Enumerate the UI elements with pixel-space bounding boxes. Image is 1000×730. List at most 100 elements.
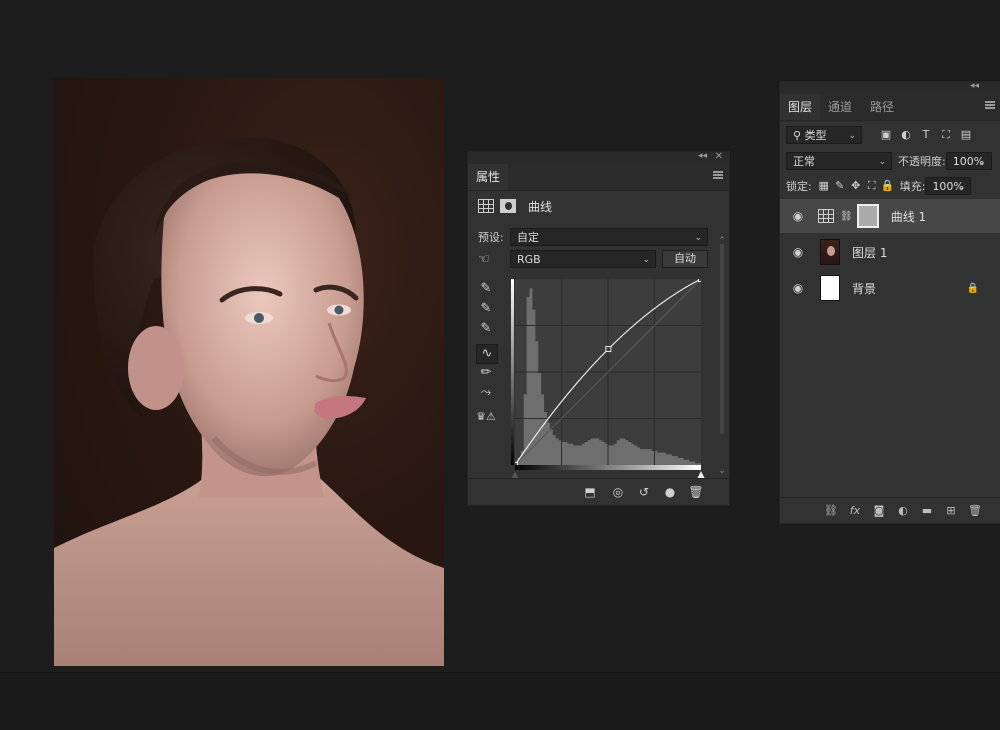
properties-panel: ◂◂ ✕ 属性 曲线 预设: 自定 ⌄ ☜ RGB ⌄ 自动 ✎ ✎ ✎ ∿ ✏…: [467, 151, 730, 506]
layer-thumbnail[interactable]: [820, 239, 840, 265]
filter-value: 类型: [804, 129, 827, 142]
document-photo[interactable]: [54, 78, 444, 666]
curve-graph[interactable]: [512, 276, 704, 468]
trash-icon[interactable]: 🗑: [967, 503, 983, 519]
tab-properties[interactable]: 属性: [468, 164, 509, 190]
layer-thumbnail[interactable]: [820, 275, 840, 301]
layers-tabbar: 图层 通道 路径: [780, 94, 1000, 121]
folder-icon[interactable]: ▬: [919, 503, 935, 519]
curve-points-icon[interactable]: ∿: [476, 344, 498, 364]
layer-name[interactable]: 曲线 1: [891, 208, 926, 225]
preset-value: 自定: [517, 231, 539, 244]
adjustment-title: 曲线: [528, 199, 553, 214]
visibility-icon[interactable]: ●: [660, 483, 680, 501]
curves-adjustment-icon[interactable]: [478, 199, 494, 213]
properties-scrollbar[interactable]: ⌃ ⌄: [717, 236, 727, 476]
output-gradient-bar: [511, 279, 514, 465]
blend-mode-value: 正常: [793, 155, 815, 168]
opacity-label: 不透明度:: [898, 155, 946, 168]
tab-channels[interactable]: 通道: [820, 94, 860, 120]
filter-adjustment-icon[interactable]: ◐: [898, 127, 914, 143]
channel-select[interactable]: RGB ⌄: [510, 250, 656, 268]
view-previous-icon[interactable]: ◎: [608, 483, 628, 501]
auto-button[interactable]: 自动: [662, 250, 708, 268]
properties-footer: ⬒ ◎ ↺ ● 🗑: [468, 478, 729, 505]
clipping-warning-icon[interactable]: ♛⚠: [476, 408, 496, 426]
layer-row-curves[interactable]: ◉ ⛓ 曲线 1: [780, 199, 1000, 233]
channel-value: RGB: [517, 253, 541, 266]
preset-label: 预设:: [478, 231, 504, 244]
link-icon[interactable]: ⛓: [823, 503, 839, 519]
chevron-down-icon: ⌄: [878, 157, 886, 167]
curve-svg[interactable]: [512, 276, 704, 468]
tab-layers[interactable]: 图层: [780, 94, 821, 120]
filter-smart-object-icon[interactable]: ▤: [958, 127, 974, 143]
pencil-icon[interactable]: ✏: [476, 364, 496, 382]
layer-row-background[interactable]: ◉ 背景 🔒: [780, 271, 1000, 305]
lock-row: 锁定: ▦ ✎ ✥ ⛶ 🔒 填充: 100% ⌄: [786, 177, 972, 195]
sample-highlights-eyedropper-icon[interactable]: ✎: [476, 320, 496, 338]
delete-icon[interactable]: 🗑: [686, 483, 706, 501]
blend-row: 正常 ⌄ 不透明度: 100% ⌄: [786, 152, 992, 170]
filter-type-icon[interactable]: T: [918, 127, 934, 143]
layer-mask-icon[interactable]: [500, 199, 516, 213]
lock-image-icon[interactable]: ✎: [832, 178, 848, 194]
filter-pixel-icon[interactable]: ▣: [878, 127, 894, 143]
chevron-down-icon: ⌄: [642, 255, 650, 265]
clip-to-layer-icon[interactable]: ⬒: [580, 483, 600, 501]
lock-position-icon[interactable]: ✥: [848, 178, 864, 194]
preset-row: 预设: 自定 ⌄: [478, 228, 708, 246]
status-strip: [0, 672, 1000, 730]
scroll-down-icon[interactable]: ⌄: [717, 466, 727, 476]
chevron-down-icon: ⌄: [978, 157, 986, 167]
lock-icon: 🔒: [966, 282, 979, 294]
link-icon[interactable]: ⛓: [840, 211, 853, 222]
eye-icon[interactable]: ◉: [788, 281, 808, 295]
tab-paths[interactable]: 路径: [862, 94, 902, 120]
layer-name[interactable]: 背景: [852, 280, 876, 297]
filter-shape-icon[interactable]: ⛶: [938, 127, 954, 143]
eye-icon[interactable]: ◉: [788, 209, 808, 223]
sample-midtones-eyedropper-icon[interactable]: ✎: [476, 300, 496, 318]
new-layer-icon[interactable]: ⊞: [943, 503, 959, 519]
panel-menu-icon[interactable]: [713, 171, 723, 179]
preset-select[interactable]: 自定 ⌄: [510, 228, 708, 246]
adjustment-icon[interactable]: ◐: [895, 503, 911, 519]
layer-row-layer1[interactable]: ◉ 图层 1: [780, 235, 1000, 269]
panel-title-strip[interactable]: ◂◂: [780, 81, 1000, 94]
curves-layer-icon: [818, 209, 834, 223]
opacity-field[interactable]: 100% ⌄: [945, 152, 992, 170]
panel-title-strip[interactable]: ◂◂ ✕: [468, 151, 729, 164]
panel-menu-icon[interactable]: [985, 101, 995, 109]
fill-field[interactable]: 100% ⌄: [925, 177, 972, 195]
reset-icon[interactable]: ↺: [634, 483, 654, 501]
targeted-adjustment-icon[interactable]: ☜: [478, 252, 510, 267]
collapse-icon[interactable]: ◂◂: [970, 81, 979, 91]
adjustment-header: 曲线: [478, 196, 552, 216]
eye-icon[interactable]: ◉: [788, 245, 808, 259]
mask-icon[interactable]: ◙: [871, 503, 887, 519]
layer-mask-thumbnail[interactable]: [856, 204, 879, 228]
channel-row: ☜ RGB ⌄ 自动: [478, 250, 708, 268]
portrait-image: [54, 137, 444, 666]
chevron-down-icon: ⌄: [848, 131, 856, 141]
lock-artboard-icon[interactable]: ⛶: [864, 178, 880, 194]
collapse-icon[interactable]: ◂◂: [698, 151, 707, 161]
layer-name[interactable]: 图层 1: [852, 244, 887, 261]
layers-footer: ⛓ fx ◙ ◐ ▬ ⊞ 🗑: [780, 497, 1000, 523]
scroll-track[interactable]: [720, 244, 724, 434]
lock-transparent-icon[interactable]: ▦: [816, 178, 832, 194]
sample-shadows-eyedropper-icon[interactable]: ✎: [476, 280, 496, 298]
close-icon[interactable]: ✕: [715, 151, 723, 162]
curve-point[interactable]: [605, 346, 612, 353]
curve-point[interactable]: [698, 276, 704, 282]
layer-filter-row: ⚲ 类型 ⌄ ▣ ◐ T ⛶ ▤: [786, 126, 974, 144]
properties-tabbar: 属性: [468, 164, 729, 191]
chevron-down-icon: ⌄: [694, 233, 702, 243]
filter-select[interactable]: ⚲ 类型 ⌄: [786, 126, 862, 144]
lock-all-icon[interactable]: 🔒: [880, 178, 896, 194]
smooth-icon[interactable]: ⤳: [476, 384, 496, 402]
fx-icon[interactable]: fx: [847, 503, 863, 519]
search-icon: ⚲: [793, 129, 805, 142]
blend-mode-select[interactable]: 正常 ⌄: [786, 152, 892, 170]
